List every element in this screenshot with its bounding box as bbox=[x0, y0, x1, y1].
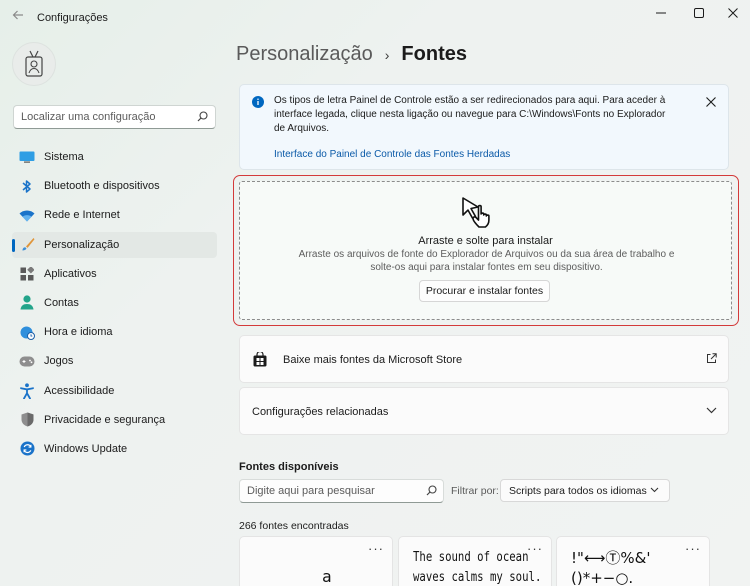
sidebar-item-hora[interactable]: Hora e idioma bbox=[12, 319, 217, 345]
external-link-icon bbox=[707, 353, 717, 363]
sidebar-item-label: Sistema bbox=[44, 151, 84, 163]
fonts-found-count: 266 fontes encontradas bbox=[239, 520, 349, 532]
close-icon bbox=[706, 97, 716, 107]
sidebar-item-label: Personalização bbox=[44, 238, 120, 251]
sidebar-item-aplicativos[interactable]: Aplicativos bbox=[12, 261, 217, 287]
sidebar-item-windows-update[interactable]: Windows Update bbox=[12, 436, 217, 462]
title-bar: Configurações bbox=[0, 0, 750, 34]
more-options-button[interactable]: ··· bbox=[685, 541, 701, 556]
breadcrumb: Personalização › Fontes bbox=[236, 43, 467, 66]
minimize-icon bbox=[656, 12, 666, 14]
sidebar-item-label: Windows Update bbox=[44, 442, 128, 455]
info-message: Os tipos de letra Painel de Controle est… bbox=[274, 95, 666, 134]
sidebar-item-acessibilidade[interactable]: Acessibilidade bbox=[12, 378, 217, 404]
apps-icon bbox=[19, 266, 35, 282]
legacy-fonts-link[interactable]: Interface do Painel de Controle das Font… bbox=[274, 149, 510, 160]
search-input[interactable] bbox=[14, 106, 189, 128]
page-title: Fontes bbox=[401, 43, 467, 65]
info-icon bbox=[252, 96, 264, 108]
font-preview-line: waves calms my soul. bbox=[413, 570, 542, 585]
info-bar: Os tipos de letra Painel de Controle est… bbox=[239, 84, 729, 170]
browse-install-fonts-button[interactable]: Procurar e instalar fontes bbox=[419, 280, 550, 302]
dropzone-title: Arraste e solte para instalar bbox=[418, 235, 553, 247]
sidebar-item-label: Jogos bbox=[44, 355, 74, 368]
shield-icon bbox=[19, 412, 35, 428]
brush-icon bbox=[19, 237, 35, 253]
available-fonts-heading: Fontes disponíveis bbox=[239, 461, 339, 473]
font-search bbox=[239, 479, 444, 503]
sidebar-item-jogos[interactable]: Jogos bbox=[12, 348, 217, 374]
breadcrumb-parent[interactable]: Personalização bbox=[236, 43, 373, 66]
sidebar-item-label: Rede e Internet bbox=[44, 209, 120, 222]
sidebar-item-label: Contas bbox=[44, 296, 79, 309]
sidebar-item-label: Privacidade e segurança bbox=[44, 413, 166, 426]
back-button[interactable] bbox=[10, 9, 26, 25]
maximize-button[interactable] bbox=[682, 4, 716, 22]
sidebar-item-personalizacao[interactable]: Personalização bbox=[12, 231, 217, 258]
filter-selected-value: Scripts para todos os idiomas bbox=[509, 484, 647, 497]
chevron-down-icon bbox=[650, 487, 659, 493]
sidebar-nav: Sistema Bluetooth e dispositivos Rede e … bbox=[12, 144, 217, 465]
sidebar-item-label: Bluetooth e dispositivos bbox=[44, 180, 160, 193]
arrow-left-icon bbox=[12, 10, 23, 20]
bluetooth-icon bbox=[19, 178, 35, 194]
font-preview: !"⟷Ⓣ%&' ()*+−○. bbox=[571, 548, 651, 586]
sidebar-item-contas[interactable]: Contas bbox=[12, 290, 217, 316]
filter-label: Filtrar por: bbox=[451, 485, 499, 497]
store-icon bbox=[253, 352, 267, 367]
related-settings-card[interactable]: Configurações relacionadas bbox=[239, 387, 729, 435]
font-card[interactable]: ··· !"⟷Ⓣ%&' ()*+−○. bbox=[556, 536, 710, 586]
avatar[interactable] bbox=[12, 42, 56, 86]
globe-clock-icon bbox=[19, 324, 35, 340]
monitor-icon bbox=[19, 149, 35, 165]
font-preview-line: The sound of ocean bbox=[413, 550, 529, 565]
close-window-button[interactable] bbox=[716, 4, 750, 22]
font-card[interactable]: ··· a bbox=[239, 536, 393, 586]
sidebar-item-label: Hora e idioma bbox=[44, 326, 113, 339]
app-title: Configurações bbox=[37, 12, 108, 24]
close-icon bbox=[728, 8, 738, 18]
drag-hand-icon bbox=[462, 197, 490, 228]
chevron-down-icon bbox=[706, 407, 717, 414]
id-badge-icon bbox=[25, 50, 43, 77]
sidebar-item-rede[interactable]: Rede e Internet bbox=[12, 202, 217, 228]
maximize-icon bbox=[694, 8, 704, 18]
dismiss-info-button[interactable] bbox=[706, 94, 718, 107]
microsoft-store-fonts-card[interactable]: Baixe mais fontes da Microsoft Store bbox=[239, 335, 729, 383]
sidebar-item-privacidade[interactable]: Privacidade e segurança bbox=[12, 407, 217, 433]
person-icon bbox=[19, 295, 35, 311]
store-card-label: Baixe mais fontes da Microsoft Store bbox=[283, 354, 463, 366]
gamepad-icon bbox=[19, 353, 35, 369]
minimize-button[interactable] bbox=[644, 4, 678, 22]
font-search-input[interactable] bbox=[240, 480, 420, 502]
dropzone-description: Arraste os arquivos de fonte do Explorad… bbox=[298, 249, 675, 273]
search-icon[interactable] bbox=[197, 111, 208, 122]
script-filter-dropdown[interactable]: Scripts para todos os idiomas bbox=[500, 479, 670, 502]
breadcrumb-separator: › bbox=[384, 46, 390, 63]
wifi-icon bbox=[19, 207, 35, 223]
more-options-button[interactable]: ··· bbox=[368, 541, 384, 556]
related-settings-label: Configurações relacionadas bbox=[252, 406, 389, 418]
sidebar-item-label: Acessibilidade bbox=[44, 384, 115, 397]
font-preview-line: !"⟷Ⓣ%&' bbox=[571, 549, 651, 567]
font-preview-line: ()*+−○. bbox=[571, 569, 634, 586]
accessibility-icon bbox=[19, 382, 35, 399]
search-icon[interactable] bbox=[426, 485, 437, 496]
font-preview: The sound of ocean waves calms my soul. bbox=[413, 548, 541, 586]
font-preview: a bbox=[322, 567, 332, 586]
update-icon bbox=[19, 441, 35, 457]
sidebar-item-bluetooth[interactable]: Bluetooth e dispositivos bbox=[12, 173, 217, 199]
settings-search bbox=[13, 105, 216, 129]
font-drop-zone[interactable]: Arraste e solte para instalar Arraste os… bbox=[239, 181, 732, 320]
font-card[interactable]: ··· The sound of ocean waves calms my so… bbox=[398, 536, 552, 586]
sidebar-item-label: Aplicativos bbox=[44, 267, 97, 280]
sidebar-item-sistema[interactable]: Sistema bbox=[12, 144, 217, 170]
